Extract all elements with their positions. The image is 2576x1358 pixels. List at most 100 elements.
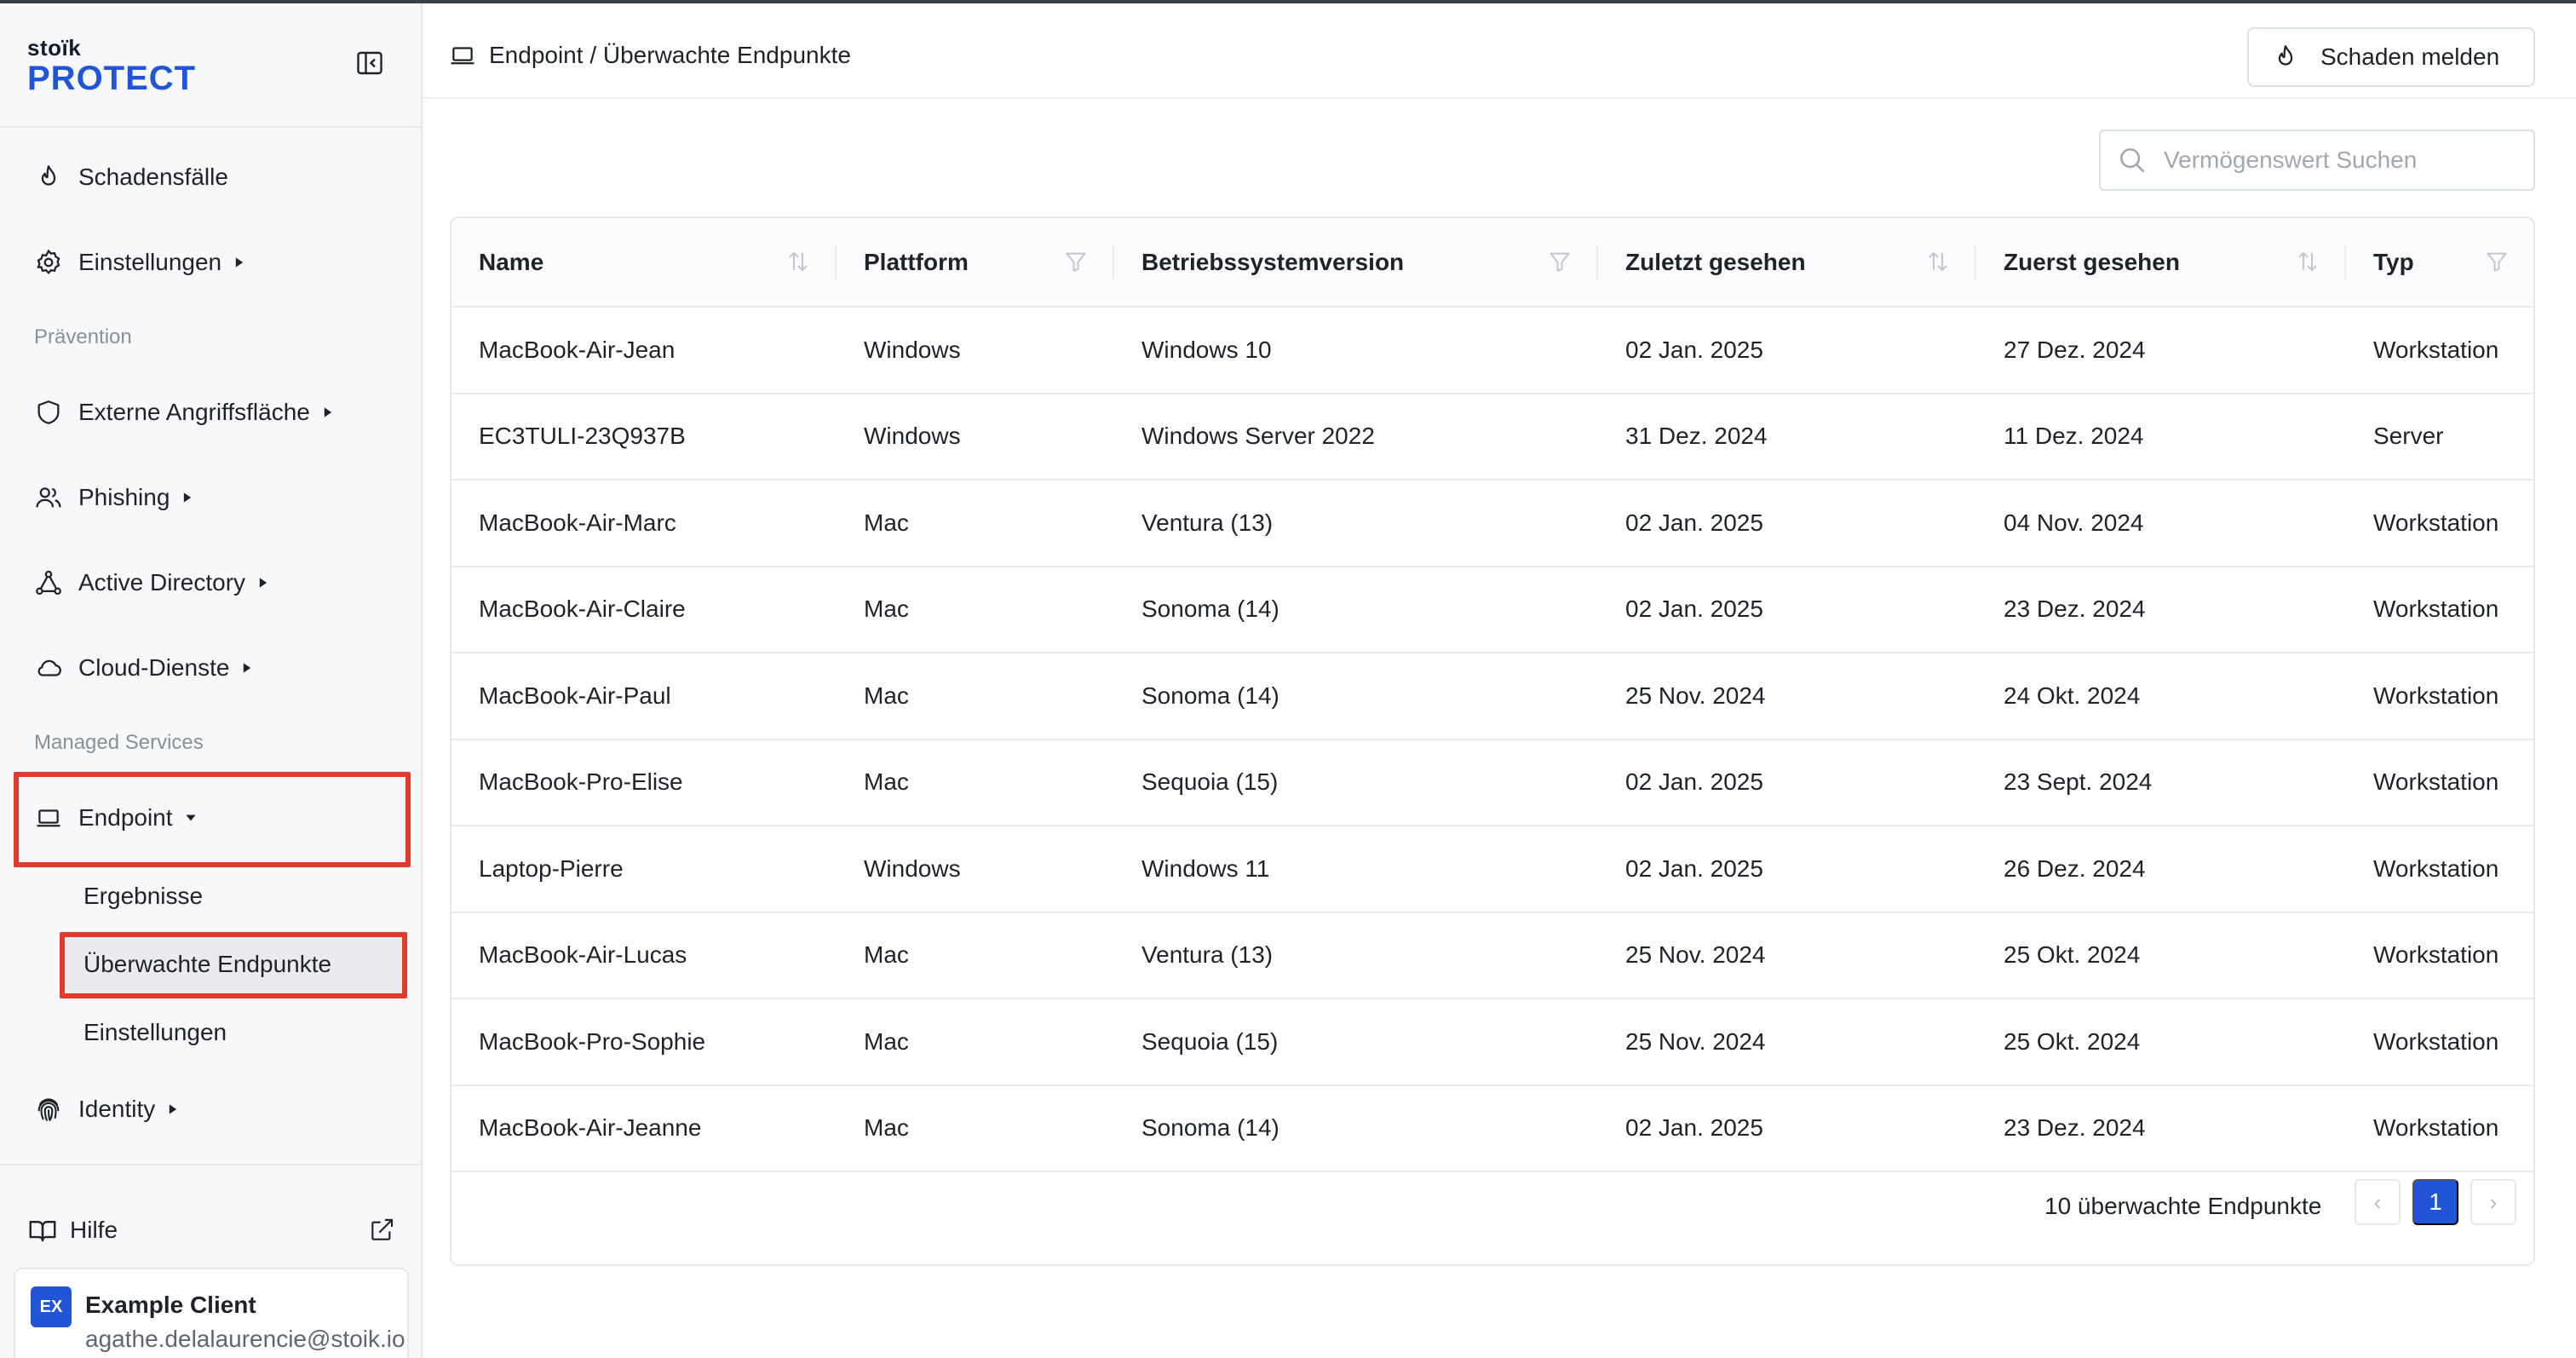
cell-last-seen: 25 Nov. 2024 <box>1598 653 1976 740</box>
cell-type: Workstation <box>2346 653 2533 740</box>
filter-icon[interactable] <box>1063 249 1089 274</box>
sidebar-item-label: Active Directory <box>78 569 246 596</box>
sidebar-item-externe-angriffsflaeche[interactable]: Externe Angriffsfläche <box>34 388 334 436</box>
users-icon <box>34 483 63 512</box>
cell-last-seen: 02 Jan. 2025 <box>1598 307 1976 394</box>
sidebar-item-active-directory[interactable]: Active Directory <box>34 559 269 607</box>
table-row[interactable]: MacBook-Air-Jeanne Mac Sonoma (14) 02 Ja… <box>451 1085 2533 1172</box>
table-row[interactable]: MacBook-Air-Claire Mac Sonoma (14) 02 Ja… <box>451 566 2533 653</box>
sidebar-item-identity[interactable]: Identity <box>34 1085 179 1133</box>
column-header-label: Plattform <box>864 248 969 275</box>
laptop-icon <box>34 803 63 832</box>
cell-type: Workstation <box>2346 307 2533 394</box>
pagination-page-button[interactable]: 1 <box>2412 1179 2458 1225</box>
cell-last-seen: 02 Jan. 2025 <box>1598 739 1976 826</box>
cell-first-seen: 25 Okt. 2024 <box>1976 912 2346 999</box>
sidebar-item-endpoint[interactable]: Endpoint <box>34 794 197 842</box>
column-header-plattform[interactable]: Plattform <box>837 218 1114 308</box>
table-row[interactable]: MacBook-Air-Paul Mac Sonoma (14) 25 Nov.… <box>451 653 2533 740</box>
cell-type: Workstation <box>2346 739 2533 826</box>
cell-plattform: Mac <box>837 566 1114 653</box>
cell-first-seen: 23 Sept. 2024 <box>1976 739 2346 826</box>
column-header-betriebssystemversion[interactable]: Betriebssystemversion <box>1114 218 1598 308</box>
endpoints-table-card: Name Plattform Betriebssystemversion Zul… <box>450 216 2535 1266</box>
caret-right-icon <box>181 492 193 503</box>
cell-first-seen: 23 Dez. 2024 <box>1976 566 2346 653</box>
sidebar-item-cloud-dienste[interactable]: Cloud-Dienste <box>34 644 253 692</box>
cell-name: MacBook-Air-Claire <box>451 566 837 653</box>
sidebar-subitem-einstellungen[interactable]: Einstellungen <box>83 1016 227 1050</box>
cell-first-seen: 23 Dez. 2024 <box>1976 1085 2346 1172</box>
cell-plattform: Windows <box>837 826 1114 913</box>
column-header-label: Zuerst gesehen <box>2004 248 2180 275</box>
sidebar-item-phishing[interactable]: Phishing <box>34 474 193 521</box>
cell-os-version: Sonoma (14) <box>1114 566 1598 653</box>
client-name: Example Client <box>85 1292 256 1318</box>
cell-type: Workstation <box>2346 826 2533 913</box>
column-header-typ[interactable]: Typ <box>2346 218 2533 308</box>
column-header-zuletzt-gesehen[interactable]: Zuletzt gesehen <box>1598 218 1976 308</box>
cell-type: Workstation <box>2346 480 2533 567</box>
sidebar-subitem-ueberwachte-endpunkte[interactable]: Überwachte Endpunkte <box>83 947 331 981</box>
sidebar-item-einstellungen[interactable]: Einstellungen <box>34 239 245 286</box>
cell-first-seen: 26 Dez. 2024 <box>1976 826 2346 913</box>
table-row[interactable]: EC3TULI-23Q937B Windows Windows Server 2… <box>451 393 2533 480</box>
cell-last-seen: 25 Nov. 2024 <box>1598 998 1976 1086</box>
laptop-icon <box>448 41 477 70</box>
client-account-card[interactable]: EX Example Client agathe.delalaurencie@s… <box>14 1268 409 1358</box>
column-header-label: Zuletzt gesehen <box>1625 248 1806 275</box>
cell-type: Workstation <box>2346 998 2533 1086</box>
cell-name: Laptop-Pierre <box>451 826 837 913</box>
cell-name: MacBook-Air-Jean <box>451 307 837 394</box>
brand-logo[interactable]: stoïk PROTECT <box>27 36 196 95</box>
breadcrumb-text: Endpoint / Überwachte Endpunkte <box>489 42 851 68</box>
sidebar-item-schadensfaelle[interactable]: Schadensfälle <box>34 153 228 201</box>
filter-icon[interactable] <box>1547 249 1573 274</box>
page-header: Endpoint / Überwachte Endpunkte Schaden … <box>424 3 2576 99</box>
collapse-sidebar-icon[interactable] <box>354 48 385 78</box>
cell-last-seen: 31 Dez. 2024 <box>1598 393 1976 480</box>
cell-first-seen: 24 Okt. 2024 <box>1976 653 2346 740</box>
section-label-praevention: Prävention <box>34 325 132 348</box>
report-damage-button[interactable]: Schaden melden <box>2247 27 2535 87</box>
pagination-prev-button[interactable]: ‹ <box>2355 1179 2401 1225</box>
cell-first-seen: 11 Dez. 2024 <box>1976 393 2346 480</box>
asset-search[interactable] <box>2099 129 2535 191</box>
caret-right-icon <box>241 662 253 674</box>
cell-plattform: Mac <box>837 912 1114 999</box>
sidebar-item-label: Endpoint <box>78 804 173 831</box>
cell-plattform: Mac <box>837 739 1114 826</box>
cell-name: MacBook-Air-Lucas <box>451 912 837 999</box>
table-header-row: Name Plattform Betriebssystemversion Zul… <box>451 218 2533 308</box>
table-row[interactable]: Laptop-Pierre Windows Windows 11 02 Jan.… <box>451 826 2533 913</box>
column-header-name[interactable]: Name <box>451 218 837 308</box>
help-link[interactable]: Hilfe <box>27 1211 395 1249</box>
table-row[interactable]: MacBook-Air-Lucas Mac Ventura (13) 25 No… <box>451 912 2533 999</box>
sort-icon[interactable] <box>2295 249 2320 274</box>
filter-icon[interactable] <box>2484 249 2510 274</box>
report-damage-label: Schaden melden <box>2320 43 2500 70</box>
sort-icon[interactable] <box>1925 249 1951 274</box>
cell-last-seen: 25 Nov. 2024 <box>1598 912 1976 999</box>
sort-icon[interactable] <box>785 249 811 274</box>
cell-plattform: Mac <box>837 653 1114 740</box>
external-link-icon[interactable] <box>368 1217 395 1244</box>
chevron-right-icon: › <box>2489 1188 2498 1215</box>
cell-os-version: Windows Server 2022 <box>1114 393 1598 480</box>
table-row[interactable]: MacBook-Pro-Elise Mac Sequoia (15) 02 Ja… <box>451 739 2533 826</box>
caret-right-icon <box>167 1103 179 1115</box>
table-row[interactable]: MacBook-Pro-Sophie Mac Sequoia (15) 25 N… <box>451 998 2533 1086</box>
table-row[interactable]: MacBook-Air-Jean Windows Windows 10 02 J… <box>451 307 2533 394</box>
cell-type: Server <box>2346 393 2533 480</box>
flame-icon <box>2271 43 2300 72</box>
column-header-zuerst-gesehen[interactable]: Zuerst gesehen <box>1976 218 2346 308</box>
cell-os-version: Sequoia (15) <box>1114 739 1598 826</box>
sidebar-item-label: Identity <box>78 1096 156 1122</box>
table-row[interactable]: MacBook-Air-Marc Mac Ventura (13) 02 Jan… <box>451 480 2533 567</box>
sidebar: stoïk PROTECT Schadensfälle Einstellunge… <box>0 3 423 1358</box>
cell-os-version: Ventura (13) <box>1114 480 1598 567</box>
cell-name: MacBook-Air-Jeanne <box>451 1085 837 1172</box>
sidebar-subitem-ergebnisse[interactable]: Ergebnisse <box>83 879 203 913</box>
pagination-next-button[interactable]: › <box>2470 1179 2516 1225</box>
search-input[interactable] <box>2164 147 2521 174</box>
